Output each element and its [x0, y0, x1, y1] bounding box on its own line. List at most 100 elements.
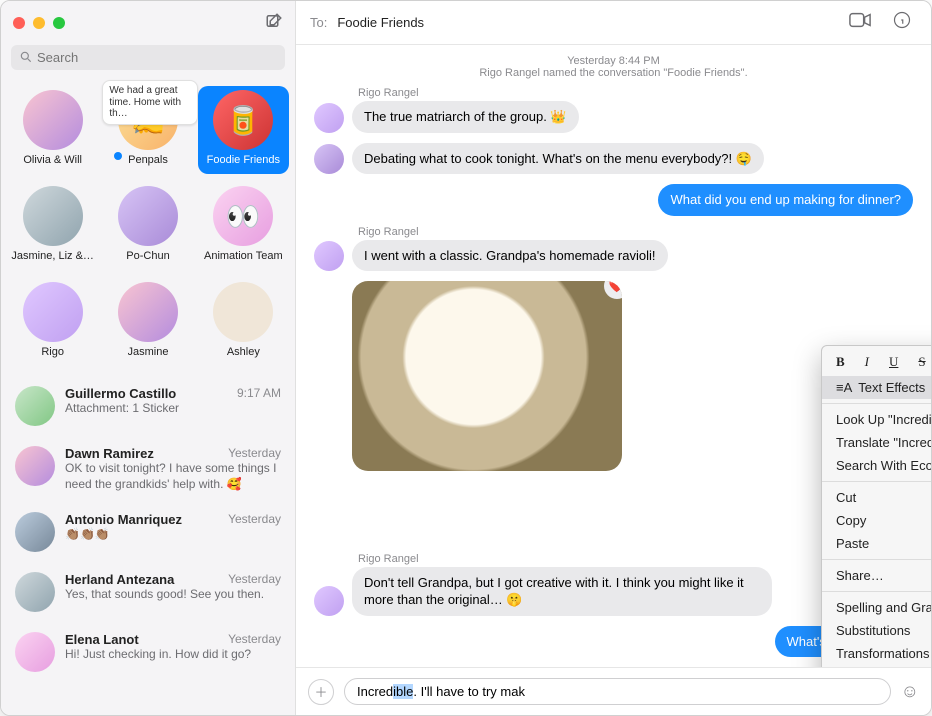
- convo-name: Elena Lanot: [65, 632, 139, 647]
- menu-label: Look Up "Incredible. I'll have to try…": [836, 412, 931, 427]
- message-bubble[interactable]: The true matriarch of the group. 👑: [352, 101, 579, 133]
- convo-time: Yesterday: [228, 572, 281, 587]
- image-attachment[interactable]: ❤️: [352, 281, 622, 471]
- underline-button[interactable]: U: [889, 354, 898, 370]
- menu-label: Substitutions: [836, 623, 910, 638]
- pin-jasmine[interactable]: Jasmine: [102, 278, 193, 366]
- convo-time: Yesterday: [228, 446, 281, 461]
- italic-button[interactable]: I: [865, 354, 869, 370]
- format-row: B I U S: [822, 346, 931, 376]
- typed-text: Incred: [357, 684, 393, 699]
- message-thread[interactable]: Yesterday 8:44 PM Rigo Rangel named the …: [296, 45, 931, 667]
- menu-cut[interactable]: Cut: [822, 486, 931, 509]
- pin-label: Po-Chun: [126, 250, 169, 262]
- pin-animation-team[interactable]: 👀Animation Team: [198, 182, 289, 270]
- pin-olivia-will[interactable]: Olivia & Will: [7, 86, 98, 174]
- pin-label: Jasmine, Liz &…: [11, 250, 94, 262]
- menu-search[interactable]: Search With Ecosia: [822, 454, 931, 477]
- system-line: Rigo Rangel named the conversation "Food…: [314, 67, 913, 79]
- maximize-button[interactable]: [53, 17, 65, 29]
- convo-name: Guillermo Castillo: [65, 386, 176, 401]
- search-input[interactable]: [11, 45, 285, 70]
- pin-jasmine-liz[interactable]: Jasmine, Liz &…: [7, 182, 98, 270]
- convo-time: Yesterday: [228, 632, 281, 647]
- pin-ashley[interactable]: Ashley: [198, 278, 289, 366]
- convo-time: Yesterday: [228, 512, 281, 527]
- pin-penpals[interactable]: We had a great time. Home with th… ✍️Pen…: [102, 86, 193, 174]
- to-label: To:: [310, 15, 327, 30]
- menu-label: Transformations: [836, 646, 929, 661]
- convo-name: Dawn Ramirez: [65, 446, 154, 461]
- menu-label: Cut: [836, 490, 856, 505]
- menu-translate[interactable]: Translate "Incredible. I'll have to try……: [822, 431, 931, 454]
- convo-snippet: Attachment: 1 Sticker: [65, 401, 281, 417]
- compose-new-icon[interactable]: [265, 12, 283, 35]
- add-button[interactable]: ＋: [308, 679, 334, 705]
- context-menu: B I U S ≡AText Effects▶ Look Up "Incredi…: [821, 345, 931, 667]
- timestamp-line: Yesterday 8:44 PM: [314, 55, 913, 67]
- strike-button[interactable]: S: [918, 354, 925, 370]
- menu-label: Text Effects: [858, 380, 925, 395]
- pin-rigo[interactable]: Rigo: [7, 278, 98, 366]
- convo-time: 9:17 AM: [237, 386, 281, 401]
- list-item[interactable]: Dawn RamirezYesterdayOK to visit tonight…: [1, 436, 295, 502]
- menu-transformations[interactable]: Transformations▶: [822, 642, 931, 665]
- list-item[interactable]: Antonio Manriquez Yesterday👏🏽👏🏽👏🏽: [1, 502, 295, 562]
- unread-dot-icon: [114, 152, 122, 160]
- pin-foodie-friends[interactable]: 🥫Foodie Friends: [198, 86, 289, 174]
- message-bubble[interactable]: What did you end up making for dinner?: [658, 184, 913, 216]
- convo-snippet: Yes, that sounds good! See you then.: [65, 587, 281, 603]
- convo-snippet: 👏🏽👏🏽👏🏽: [65, 527, 281, 543]
- menu-share[interactable]: Share…: [822, 564, 931, 587]
- compose-input[interactable]: Incredible. I'll have to try mak: [344, 678, 891, 705]
- menu-speech[interactable]: Speech▶: [822, 665, 931, 667]
- pin-label: Penpals: [128, 154, 168, 166]
- close-button[interactable]: [13, 17, 25, 29]
- typed-text-rest: . I'll have to try mak: [413, 684, 525, 699]
- convo-name: Antonio Manriquez: [65, 512, 182, 527]
- search-field[interactable]: [11, 45, 285, 70]
- menu-label: Paste: [836, 536, 869, 551]
- heart-reaction-icon[interactable]: ❤️: [604, 281, 622, 299]
- convo-name: Herland Antezana: [65, 572, 174, 587]
- list-item[interactable]: Herland Antezana YesterdayYes, that sound…: [1, 562, 295, 622]
- list-item[interactable]: Guillermo Castillo 9:17 AMAttachment: 1 S…: [1, 376, 295, 436]
- menu-label: Spelling and Grammar: [836, 600, 931, 615]
- convo-snippet: Hi! Just checking in. How did it go?: [65, 647, 281, 663]
- info-icon[interactable]: [887, 11, 917, 34]
- read-receipt: Read: [314, 659, 909, 667]
- minimize-button[interactable]: [33, 17, 45, 29]
- facetime-icon[interactable]: [843, 12, 877, 33]
- list-item[interactable]: Elena Lanot YesterdayHi! Just checking in…: [1, 622, 295, 682]
- avatar: [314, 586, 344, 616]
- message-bubble[interactable]: Debating what to cook tonight. What's on…: [352, 143, 764, 175]
- pin-label: Animation Team: [204, 250, 283, 262]
- context-menu-panel: B I U S ≡AText Effects▶ Look Up "Incredi…: [821, 345, 931, 667]
- message-bubble[interactable]: I went with a classic. Grandpa's homemad…: [352, 240, 668, 272]
- menu-substitutions[interactable]: Substitutions▶: [822, 619, 931, 642]
- titlebar: [1, 1, 295, 45]
- pin-label: Rigo: [41, 346, 64, 358]
- pin-label: Olivia & Will: [23, 154, 82, 166]
- menu-text-effects[interactable]: ≡AText Effects▶: [822, 376, 931, 399]
- menu-spelling[interactable]: Spelling and Grammar▶: [822, 596, 931, 619]
- emoji-picker-icon[interactable]: ☺: [901, 681, 919, 702]
- message-bubble[interactable]: Don't tell Grandpa, but I got creative w…: [352, 567, 772, 616]
- main-pane: To: Foodie Friends Yesterday 8:44 PM Rig…: [296, 1, 931, 715]
- to-value[interactable]: Foodie Friends: [337, 15, 424, 30]
- menu-label: Search With Ecosia: [836, 458, 931, 473]
- sender-label: Rigo Rangel: [358, 87, 913, 99]
- menu-label: Translate "Incredible. I'll have to try……: [836, 435, 931, 450]
- pin-label: Ashley: [227, 346, 260, 358]
- avatar: [314, 103, 344, 133]
- pin-label: Foodie Friends: [207, 154, 280, 166]
- menu-lookup[interactable]: Look Up "Incredible. I'll have to try…": [822, 408, 931, 431]
- menu-copy[interactable]: Copy: [822, 509, 931, 532]
- pin-po-chun[interactable]: Po-Chun: [102, 182, 193, 270]
- menu-paste[interactable]: Paste: [822, 532, 931, 555]
- search-icon: [19, 50, 33, 67]
- bold-button[interactable]: B: [836, 354, 845, 370]
- conversation-list: Guillermo Castillo 9:17 AMAttachment: 1 S…: [1, 376, 295, 715]
- window-controls: [13, 17, 65, 29]
- avatar: [314, 241, 344, 271]
